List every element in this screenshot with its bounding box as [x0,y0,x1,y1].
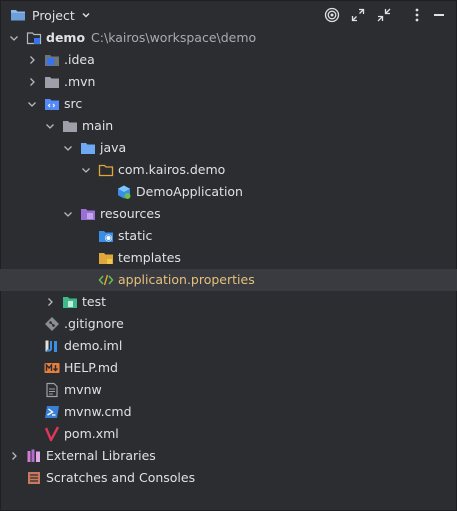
properties-file-icon [98,274,114,286]
tree-node-label: mvnw [64,382,102,397]
templates-folder-icon [99,253,113,264]
test-folder-icon [63,297,77,308]
collapse-all-button[interactable] [374,5,394,25]
tree-node-label: static [118,228,153,243]
tree-node-mvn[interactable]: .mvn [0,71,457,93]
markdown-file-icon [44,363,60,373]
chevron-collapsed-icon [30,78,35,86]
module-folder-icon [26,32,42,45]
project-header: Project [0,0,457,30]
more-options-icon [415,8,419,22]
tree-node-label: .idea [64,52,95,67]
source-root-folder-icon [81,143,95,154]
powershell-file-icon [45,406,59,418]
folder-icon [11,10,25,21]
chevron-down-icon [82,13,90,18]
tree-node-idea[interactable]: .idea [0,49,457,71]
tree-node-demo-iml[interactable]: demo.iml [0,335,457,357]
tree-node-label: demo C:\kairos\workspace\demo [46,30,256,46]
tree-node-label: com.kairos.demo [118,162,226,177]
tree-node-label: resources [100,206,161,221]
chevron-expanded-icon [64,212,72,217]
tree-node-external-libraries[interactable]: External Libraries [0,445,457,467]
maven-file-icon [44,426,60,442]
libraries-icon [27,449,40,462]
tree-node-package[interactable]: com.kairos.demo [0,159,457,181]
hide-button[interactable] [429,5,449,25]
gitignore-file-icon [45,317,59,331]
source-folder-icon [45,99,59,110]
tree-node-label: .gitignore [64,316,124,331]
tree-node-mvnw[interactable]: mvnw [0,379,457,401]
tree-node-label: .mvn [64,74,96,89]
tree-node-main[interactable]: main [0,115,457,137]
collapse-all-icon [377,8,391,22]
project-tree: demo C:\kairos\workspace\demo .idea .mvn … [0,27,457,489]
resources-folder-icon [81,209,95,220]
tree-node-demo[interactable]: demo C:\kairos\workspace\demo [0,27,457,49]
tree-node-label: main [82,118,114,133]
more-options-button[interactable] [407,5,427,25]
tree-node-application-properties[interactable]: application.properties [0,269,457,291]
tree-node-label: src [64,96,83,111]
project-view-label: Project [32,7,75,23]
tree-node-label: pom.xml [64,426,119,441]
tree-node-templates[interactable]: templates [0,247,457,269]
chevron-expanded-icon [46,124,54,129]
text-file-icon [46,382,58,398]
expand-all-button[interactable] [348,5,368,25]
tree-node-help-md[interactable]: HELP.md [0,357,457,379]
web-folder-icon [99,231,113,242]
chevron-expanded-icon [28,102,36,107]
chevron-expanded-icon [64,146,72,151]
tree-node-label: java [100,140,127,155]
tree-node-resources[interactable]: resources [0,203,457,225]
tree-node-label: HELP.md [64,360,118,375]
scratches-icon [28,472,40,484]
spring-boot-class-icon [118,185,131,199]
hide-icon [434,14,444,16]
package-icon [98,164,114,177]
tree-node-mvnw-cmd[interactable]: mvnw.cmd [0,401,457,423]
project-path: C:\kairos\workspace\demo [91,30,257,45]
chevron-expanded-icon [10,36,18,41]
tree-node-label: templates [118,250,181,265]
chevron-collapsed-icon [12,452,17,460]
expand-all-icon [351,8,365,22]
tree-node-demo-application[interactable]: DemoApplication [0,181,457,203]
tree-node-src[interactable]: src [0,93,457,115]
chevron-expanded-icon [82,168,90,173]
tree-node-java[interactable]: java [0,137,457,159]
folder-icon [45,77,59,88]
folder-icon [63,121,77,132]
tree-node-label: External Libraries [46,448,156,463]
tree-node-label: Scratches and Consoles [46,470,196,485]
locate-file-icon [324,7,340,23]
tree-node-label: mvnw.cmd [64,404,132,419]
tree-node-pom-xml[interactable]: pom.xml [0,423,457,445]
project-view-selector[interactable]: Project [10,6,91,24]
tree-node-label: application.properties [118,272,255,287]
chevron-collapsed-icon [48,298,53,306]
tree-node-label: test [82,294,107,309]
project-name: demo [46,30,86,45]
tree-node-scratches-and-consoles[interactable]: Scratches and Consoles [0,467,457,489]
tree-node-label: demo.iml [64,338,123,353]
chevron-collapsed-icon [30,56,35,64]
idea-folder-icon [45,55,59,66]
tree-node-gitignore[interactable]: .gitignore [0,313,457,335]
locate-file-button[interactable] [322,5,342,25]
tree-node-static[interactable]: static [0,225,457,247]
tree-node-label: DemoApplication [136,184,243,199]
tree-node-test[interactable]: test [0,291,457,313]
iml-file-icon [45,340,57,352]
